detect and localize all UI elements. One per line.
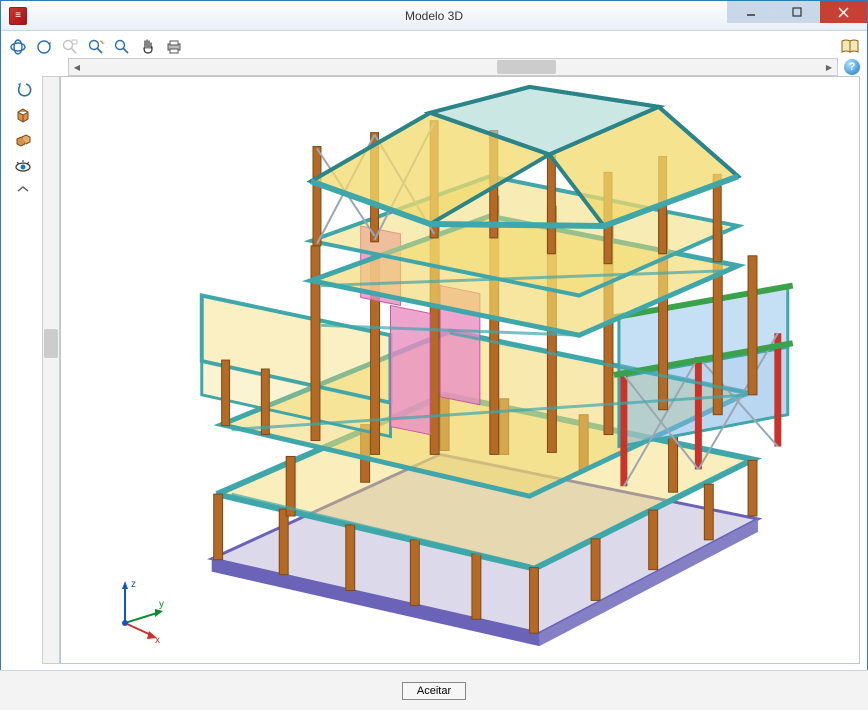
h-scroll-thumb[interactable] — [497, 60, 556, 74]
axis-gizmo: z y x — [105, 573, 175, 643]
zoom-icon[interactable] — [111, 36, 133, 58]
help-icon[interactable]: ? — [844, 59, 860, 75]
book-icon[interactable] — [839, 36, 861, 58]
titlebar: ≡ Modelo 3D — [1, 1, 867, 31]
zoom-extents-icon[interactable] — [85, 36, 107, 58]
close-button[interactable] — [819, 1, 867, 23]
chevron-up-icon[interactable] — [12, 182, 34, 196]
maximize-button[interactable] — [773, 1, 819, 23]
vertical-scrollbar[interactable] — [42, 76, 60, 664]
svg-text:z: z — [131, 579, 136, 590]
box-icon[interactable] — [12, 104, 34, 126]
eye-icon[interactable] — [12, 156, 34, 178]
print-icon[interactable] — [163, 36, 185, 58]
svg-text:x: x — [155, 635, 160, 643]
scroll-right-icon[interactable]: ▶ — [821, 59, 837, 75]
app-icon: ≡ — [9, 7, 27, 25]
boxes-icon[interactable] — [12, 130, 34, 152]
rotate-icon[interactable] — [33, 36, 55, 58]
top-toolbar — [1, 31, 867, 59]
undo-icon[interactable] — [12, 78, 34, 100]
viewport-3d[interactable]: z y x — [60, 76, 860, 664]
model-3d — [61, 77, 859, 663]
svg-text:y: y — [159, 599, 164, 610]
accept-button[interactable]: Aceitar — [402, 682, 466, 700]
minimize-button[interactable] — [727, 1, 773, 23]
scroll-left-icon[interactable]: ◀ — [69, 59, 85, 75]
bottom-bar: Aceitar — [0, 670, 868, 710]
pan-icon[interactable] — [137, 36, 159, 58]
orbit-icon[interactable] — [7, 36, 29, 58]
side-toolbar — [8, 76, 38, 664]
zoom-window-icon[interactable] — [59, 36, 81, 58]
horizontal-scrollbar[interactable]: ◀ ▶ — [68, 58, 838, 76]
v-scroll-thumb[interactable] — [44, 329, 58, 358]
